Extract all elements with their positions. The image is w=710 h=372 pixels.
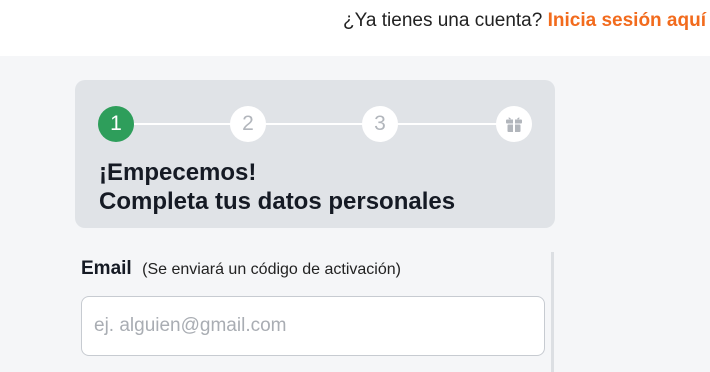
progress-stepper: 1 2 3 <box>98 106 532 142</box>
email-hint: (Se enviará un código de activación) <box>142 261 401 278</box>
step-2-indicator: 2 <box>230 106 266 142</box>
gift-icon <box>506 117 522 132</box>
step-3-indicator: 3 <box>362 106 398 142</box>
email-field[interactable] <box>81 296 545 356</box>
login-link[interactable]: Inicia sesión aquí <box>548 10 706 31</box>
login-prompt: ¿Ya tienes una cuenta? Inicia sesión aqu… <box>343 9 706 33</box>
login-prompt-text: ¿Ya tienes una cuenta? <box>343 10 543 31</box>
top-bar: ¿Ya tienes una cuenta? Inicia sesión aqu… <box>0 0 710 56</box>
title-line-greeting: ¡Empecemos! <box>99 159 257 186</box>
step-1-indicator: 1 <box>98 106 134 142</box>
stepper-connector-line <box>116 123 514 125</box>
email-label-row: Email (Se enviará un código de activació… <box>81 258 401 280</box>
email-label: Email <box>81 258 132 279</box>
registration-header-card: 1 2 3 ¡Empecemos! Completa tus datos per… <box>75 80 555 228</box>
form-scrollbar[interactable] <box>551 252 554 372</box>
title-line-instruction: Completa tus datos personales <box>99 188 456 215</box>
page-title: ¡Empecemos! Completa tus datos personale… <box>99 158 455 216</box>
step-4-gift-indicator <box>496 106 532 142</box>
